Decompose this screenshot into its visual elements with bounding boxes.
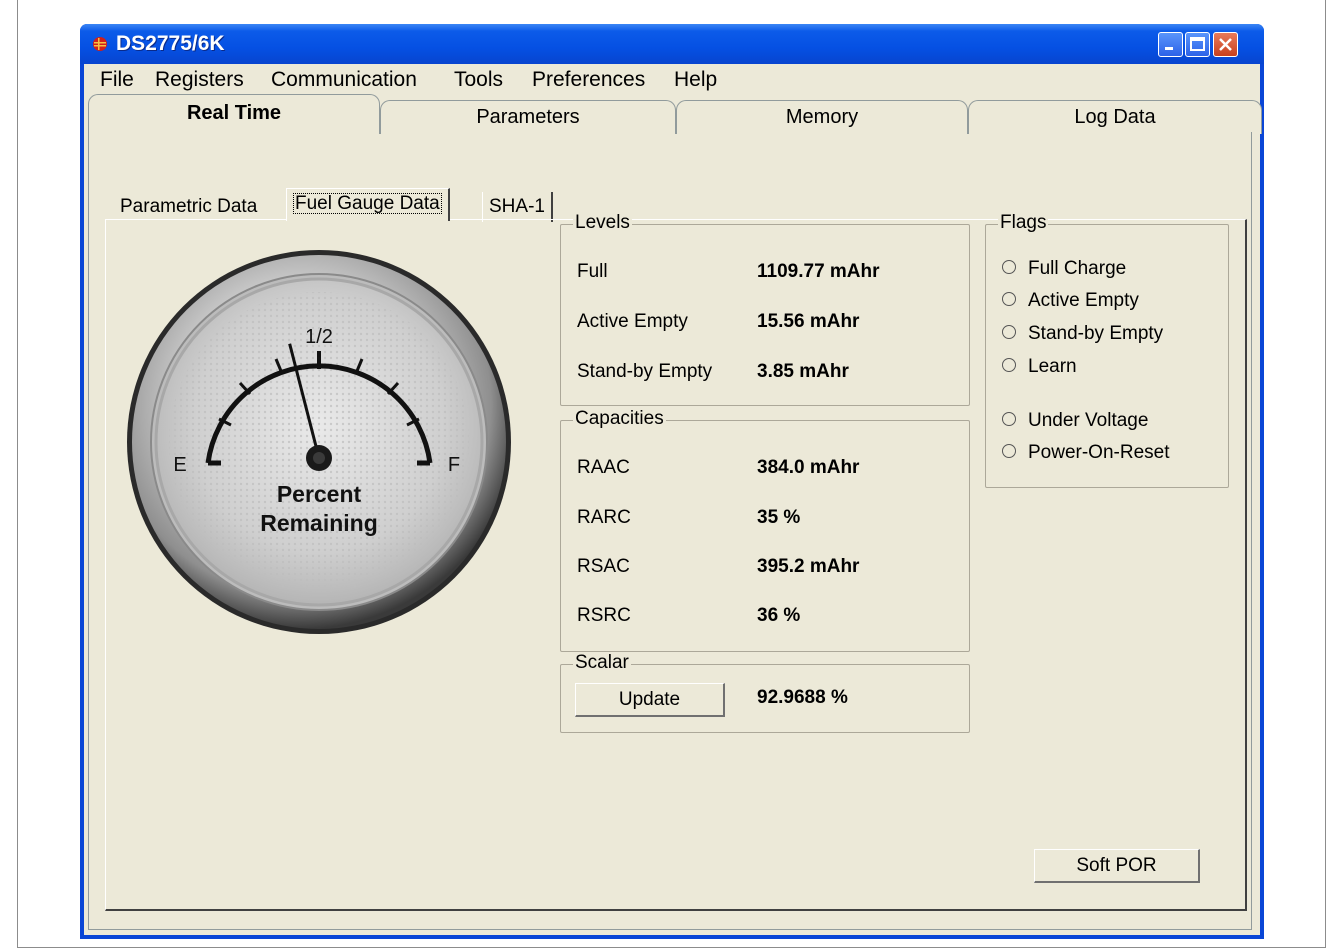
radio-icon (1002, 443, 1016, 458)
levels-active-empty-label: Active Empty (577, 311, 688, 332)
capacities-rarc-value: 35 % (757, 507, 801, 528)
maximize-button[interactable] (1185, 32, 1210, 57)
tab-parameters[interactable]: Parameters (380, 100, 676, 134)
gauge-half-label: 1/2 (305, 326, 333, 348)
flag-power-on-reset[interactable]: Power-On-Reset (1002, 442, 1170, 466)
gauge-caption-percent: Percent (277, 481, 362, 507)
capacities-rsrc-value: 36 % (757, 605, 801, 626)
menu-bar: File Registers Communication Tools Prefe… (84, 64, 1260, 94)
menu-preferences[interactable]: Preferences (532, 68, 645, 92)
main-tab-strip: Real Time Parameters Memory Log Data (84, 92, 1262, 134)
scalar-title: Scalar (573, 652, 631, 674)
flag-learn[interactable]: Learn (1002, 356, 1077, 380)
flags-group: Flags Full Charge Active Empty Stand-by … (985, 212, 1229, 488)
title-bar[interactable]: DS2775/6K (80, 24, 1264, 64)
levels-active-empty-value: 15.56 mAhr (757, 311, 860, 332)
tab-real-time[interactable]: Real Time (88, 94, 380, 134)
menu-registers[interactable]: Registers (155, 68, 244, 92)
flag-power-on-reset-label: Power-On-Reset (1028, 442, 1170, 463)
menu-tools[interactable]: Tools (454, 68, 503, 92)
subtab-fuel-gauge-data[interactable]: Fuel Gauge Data (286, 188, 450, 221)
flag-standby-empty-label: Stand-by Empty (1028, 323, 1164, 344)
levels-standby-empty-label: Stand-by Empty (577, 361, 713, 382)
menu-help[interactable]: Help (674, 68, 717, 92)
flag-full-charge[interactable]: Full Charge (1002, 258, 1126, 282)
capacities-raac-value: 384.0 mAhr (757, 457, 860, 478)
flags-title: Flags (998, 212, 1049, 234)
scalar-group: Scalar Update 92.9688 % (560, 652, 970, 733)
flag-standby-empty[interactable]: Stand-by Empty (1002, 323, 1163, 347)
radio-icon (1002, 259, 1016, 274)
flag-learn-label: Learn (1028, 356, 1077, 377)
minimize-icon (1165, 47, 1173, 50)
gauge-full-label: F (448, 454, 460, 476)
levels-full-label: Full (577, 261, 608, 282)
subtab-parametric-data[interactable]: Parametric Data (120, 192, 257, 222)
subtab-sha-1[interactable]: SHA-1 (482, 192, 553, 222)
radio-icon (1002, 357, 1016, 372)
levels-group: Levels Full 1109.77 mAhr Active Empty 15… (560, 212, 970, 406)
subtab-fuel-gauge-label: Fuel Gauge Data (293, 193, 442, 214)
capacities-rsac-label: RSAC (577, 556, 630, 577)
close-button[interactable] (1213, 32, 1238, 57)
flag-under-voltage-label: Under Voltage (1028, 410, 1149, 431)
app-window: DS2775/6K File Registers Communication T… (80, 24, 1264, 939)
maximize-icon (1190, 37, 1205, 51)
soft-por-button[interactable]: Soft POR (1034, 849, 1200, 883)
gauge-caption-remaining: Remaining (260, 510, 378, 536)
capacities-rsac-value: 395.2 mAhr (757, 556, 860, 577)
scalar-value: 92.9688 % (757, 687, 848, 708)
radio-icon (1002, 411, 1016, 426)
menu-file[interactable]: File (100, 68, 134, 92)
levels-standby-empty-value: 3.85 mAhr (757, 361, 849, 382)
capacities-title: Capacities (573, 408, 666, 430)
app-icon (93, 37, 107, 51)
levels-title: Levels (573, 212, 632, 234)
close-icon (1219, 38, 1232, 51)
capacities-group: Capacities RAAC 384.0 mAhr RARC 35 % RSA… (560, 408, 970, 652)
levels-full-value: 1109.77 mAhr (757, 261, 880, 282)
gauge-empty-label: E (173, 454, 186, 476)
update-button[interactable]: Update (575, 683, 725, 717)
window-title: DS2775/6K (116, 32, 225, 55)
capacities-rsrc-label: RSRC (577, 605, 631, 626)
flag-active-empty-label: Active Empty (1028, 290, 1139, 311)
flag-under-voltage[interactable]: Under Voltage (1002, 410, 1148, 434)
flag-full-charge-label: Full Charge (1028, 258, 1127, 279)
tab-log-data[interactable]: Log Data (968, 100, 1262, 134)
client-area: File Registers Communication Tools Prefe… (84, 64, 1262, 935)
capacities-raac-label: RAAC (577, 457, 630, 478)
tab-memory[interactable]: Memory (676, 100, 968, 134)
menu-communication[interactable]: Communication (271, 68, 417, 92)
fuel-gauge: 1/2 E F Percent Remaining (127, 250, 511, 634)
capacities-rarc-label: RARC (577, 507, 631, 528)
radio-icon (1002, 291, 1016, 306)
radio-icon (1002, 324, 1016, 339)
minimize-button[interactable] (1158, 32, 1183, 57)
flag-active-empty[interactable]: Active Empty (1002, 290, 1139, 314)
